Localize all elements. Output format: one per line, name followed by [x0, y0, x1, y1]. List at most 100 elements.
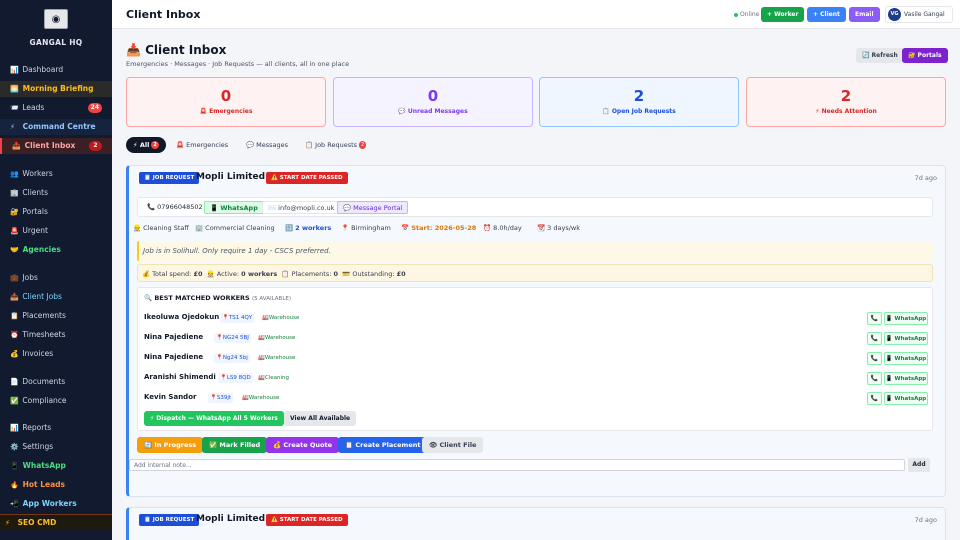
user-name[interactable]: Vasile Gangal [904, 11, 945, 18]
sidebar-item-client-jobs[interactable]: 📥 Client Jobs [0, 289, 112, 305]
sidebar-item-clients[interactable]: 🏢 Clients [0, 185, 112, 201]
message-portal-button[interactable]: 💬 Message Portal [337, 201, 409, 214]
job-note: Job is in Solihull. Only require 1 day -… [137, 241, 933, 261]
worker-name[interactable]: Kevin Sandor [144, 393, 196, 401]
worker-postcode: 📍Ng24 5bj [214, 353, 250, 363]
call-worker-button[interactable]: 📞 [867, 332, 882, 345]
worker-name[interactable]: Nina Pajediene [144, 333, 203, 341]
sidebar-item-settings[interactable]: ⚙️ Settings [0, 439, 112, 455]
whatsapp-worker-button[interactable]: 📱 WhatsApp [884, 312, 928, 325]
client-email[interactable]: ✉️ info@mopli.co.uk [262, 201, 341, 214]
whatsapp-worker-button[interactable]: 📱 WhatsApp [884, 352, 928, 365]
avatar[interactable]: VG [888, 8, 901, 21]
lock-icon: 🔐 [10, 208, 19, 216]
matched-workers-panel: 🔍 BEST MATCHED WORKERS (5 AVAILABLE) Ike… [137, 287, 933, 431]
tab-messages[interactable]: 💬 Messages [239, 137, 295, 153]
client-phone[interactable]: 📞 07966048502 [142, 201, 208, 214]
bolt-icon: ⚡ [10, 123, 15, 131]
people-icon: 👥 [10, 170, 19, 178]
worker-name[interactable]: Aranishi Shimendi [144, 373, 216, 381]
sidebar-item-leads[interactable]: 📨 Leads 24 [0, 100, 112, 116]
whatsapp-worker-button[interactable]: 📱 WhatsApp [884, 372, 928, 385]
page-subtitle: Emergencies · Messages · Job Requests — … [126, 60, 350, 68]
briefcase-icon: 💼 [10, 274, 19, 282]
sidebar-item-whatsapp[interactable]: 📱 WhatsApp [0, 458, 112, 474]
whatsapp-worker-button[interactable]: 📱 WhatsApp [884, 392, 928, 405]
in-progress-button[interactable]: 🔄 In Progress [137, 437, 204, 453]
stat-open-job-requests[interactable]: 2 📋 Open Job Requests [539, 77, 739, 127]
worker-postcode: 📍TS1 4QY [220, 313, 255, 323]
worker-name[interactable]: Ikeoluwa Ojedokun [144, 313, 219, 321]
worker-name[interactable]: Nina Pajediene [144, 353, 203, 361]
chart-icon: 📊 [10, 424, 19, 432]
internal-note-input[interactable]: Add internal note... [129, 459, 905, 471]
client-spend-summary: 💰 Total spend: £0 👷 Active: 0 workers 📋 … [137, 264, 933, 282]
money-bag-icon: 💰 [10, 350, 19, 358]
leads-count-badge: 24 [87, 103, 102, 113]
sunrise-icon: 🌅 [10, 85, 19, 93]
view-all-available-button[interactable]: View All Available [284, 411, 357, 426]
email-button[interactable]: Email [849, 7, 880, 22]
sidebar-item-timesheets[interactable]: ⏰ Timesheets [0, 327, 112, 343]
create-quote-button[interactable]: 💰 Create Quote [266, 437, 340, 453]
call-worker-button[interactable]: 📞 [867, 352, 882, 365]
card-age: 7d ago [914, 516, 937, 524]
tab-job-requests[interactable]: 📋 Job Requests 2 [298, 137, 373, 153]
sidebar-item-seo-cmd[interactable]: ⚡ SEO CMD [0, 514, 112, 530]
whatsapp-worker-button[interactable]: 📱 WhatsApp [884, 332, 928, 345]
sidebar-item-agencies[interactable]: 🤝 Agencies [0, 242, 112, 258]
logo-icon: ◉ [51, 13, 61, 25]
client-whatsapp-button[interactable]: 📱 WhatsApp [204, 201, 264, 214]
stat-emergencies[interactable]: 0 🚨 Emergencies [126, 77, 326, 127]
stat-needs-attention[interactable]: 2 ⚡ Needs Attention [746, 77, 946, 127]
add-worker-button[interactable]: + Worker [761, 7, 805, 22]
list-item: Ikeoluwa Ojedokun 📍TS1 4QY 🏭Warehouse 📞 … [144, 310, 928, 326]
sidebar-item-workers[interactable]: 👥 Workers [0, 166, 112, 182]
call-worker-button[interactable]: 📞 [867, 312, 882, 325]
call-worker-button[interactable]: 📞 [867, 392, 882, 405]
client-name[interactable]: Mopli Limited [196, 172, 265, 182]
call-worker-button[interactable]: 📞 [867, 372, 882, 385]
start-date-warning-badge: ⚠️ START DATE PASSED [266, 514, 348, 526]
stat-unread-messages[interactable]: 0 💬 Unread Messages [333, 77, 533, 127]
portals-button[interactable]: 🔐 Portals [902, 48, 948, 63]
client-file-button[interactable]: 👁 Client File [422, 437, 484, 453]
sidebar-item-reports[interactable]: 📊 Reports [0, 420, 112, 436]
refresh-button[interactable]: 🔄 Refresh [856, 48, 904, 63]
create-placement-button[interactable]: 📋 Create Placement [338, 437, 428, 453]
sidebar-item-jobs[interactable]: 💼 Jobs [0, 270, 112, 286]
job-hours: ⏰ 8.0h/day [483, 224, 522, 232]
sidebar-item-urgent[interactable]: 🚨 Urgent [0, 223, 112, 239]
tab-all[interactable]: ⚡ All 2 [126, 137, 166, 153]
sidebar-item-invoices[interactable]: 💰 Invoices [0, 346, 112, 362]
sidebar-item-hot-leads[interactable]: 🔥 Hot Leads [0, 477, 112, 493]
worker-postcode: 📍S39jt [208, 393, 234, 403]
inbox-count-badge: 2 [89, 141, 102, 151]
tab-emergencies[interactable]: 🚨 Emergencies [169, 137, 235, 153]
sidebar-item-placements[interactable]: 📋 Placements [0, 308, 112, 324]
dispatch-whatsapp-all-button[interactable]: ⚡ Dispatch — WhatsApp All 5 Workers [144, 411, 284, 426]
main-content: 📥 Client Inbox Emergencies · Messages · … [112, 29, 960, 540]
add-note-button[interactable]: Add [908, 458, 930, 472]
contact-row: 📞 07966048502 📱 WhatsApp ✉️ info@mopli.c… [137, 197, 933, 217]
sidebar-item-compliance[interactable]: ✅ Compliance [0, 393, 112, 409]
list-item: Nina Pajediene 📍NG24 5BJ 🏭Warehouse 📞 📱 … [144, 330, 928, 346]
sidebar-item-app-workers[interactable]: 📲 App Workers [0, 496, 112, 512]
sidebar-item-dashboard[interactable]: 📊 Dashboard [0, 62, 112, 78]
sidebar-item-portals[interactable]: 🔐 Portals [0, 204, 112, 220]
list-item: Nina Pajediene 📍Ng24 5bj 🏭Warehouse 📞 📱 … [144, 350, 928, 366]
worker-sector-tag: 🏭Warehouse [242, 395, 280, 401]
sidebar-item-morning-briefing[interactable]: 🌅 Morning Briefing [0, 81, 112, 97]
mark-filled-button[interactable]: ✅ Mark Filled [202, 437, 268, 453]
client-name[interactable]: Mopli Limited [196, 514, 265, 524]
sidebar-item-client-inbox[interactable]: 📥 Client Inbox 2 [0, 138, 112, 154]
job-sector: 🏢 Commercial Cleaning [195, 224, 275, 232]
clipboard-icon: 📋 [10, 312, 19, 320]
sidebar-item-command-centre[interactable]: ⚡ Command Centre [0, 119, 112, 135]
card-age: 7d ago [914, 174, 937, 182]
list-item: Kevin Sandor 📍S39jt 🏭Warehouse 📞 📱 Whats… [144, 390, 928, 406]
add-client-button[interactable]: + Client [807, 7, 846, 22]
building-icon: 🏢 [10, 189, 19, 197]
sidebar-item-documents[interactable]: 📄 Documents [0, 374, 112, 390]
worker-postcode: 📍LS9 8QD [218, 373, 253, 383]
